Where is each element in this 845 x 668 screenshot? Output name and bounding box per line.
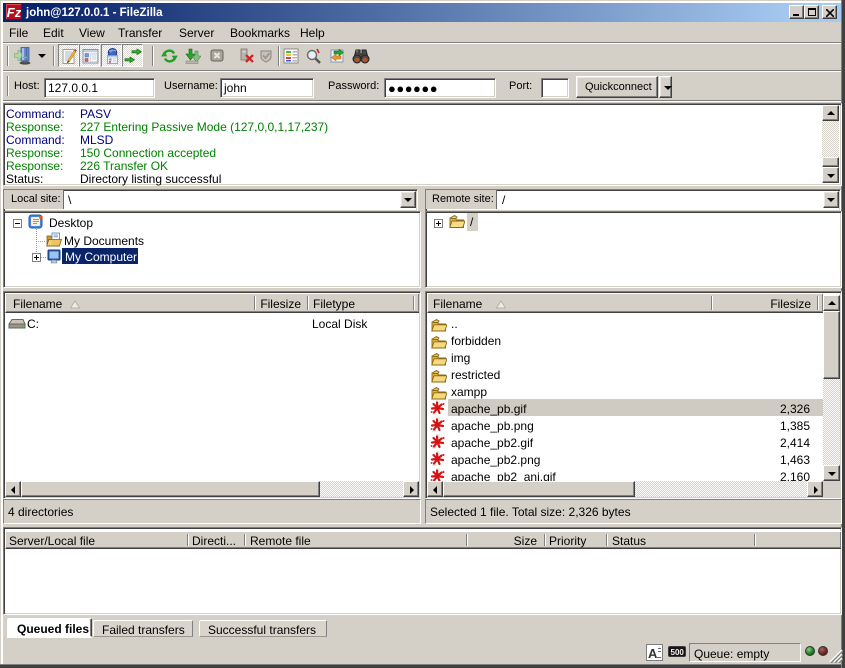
svg-text:Fz: Fz bbox=[7, 5, 22, 20]
